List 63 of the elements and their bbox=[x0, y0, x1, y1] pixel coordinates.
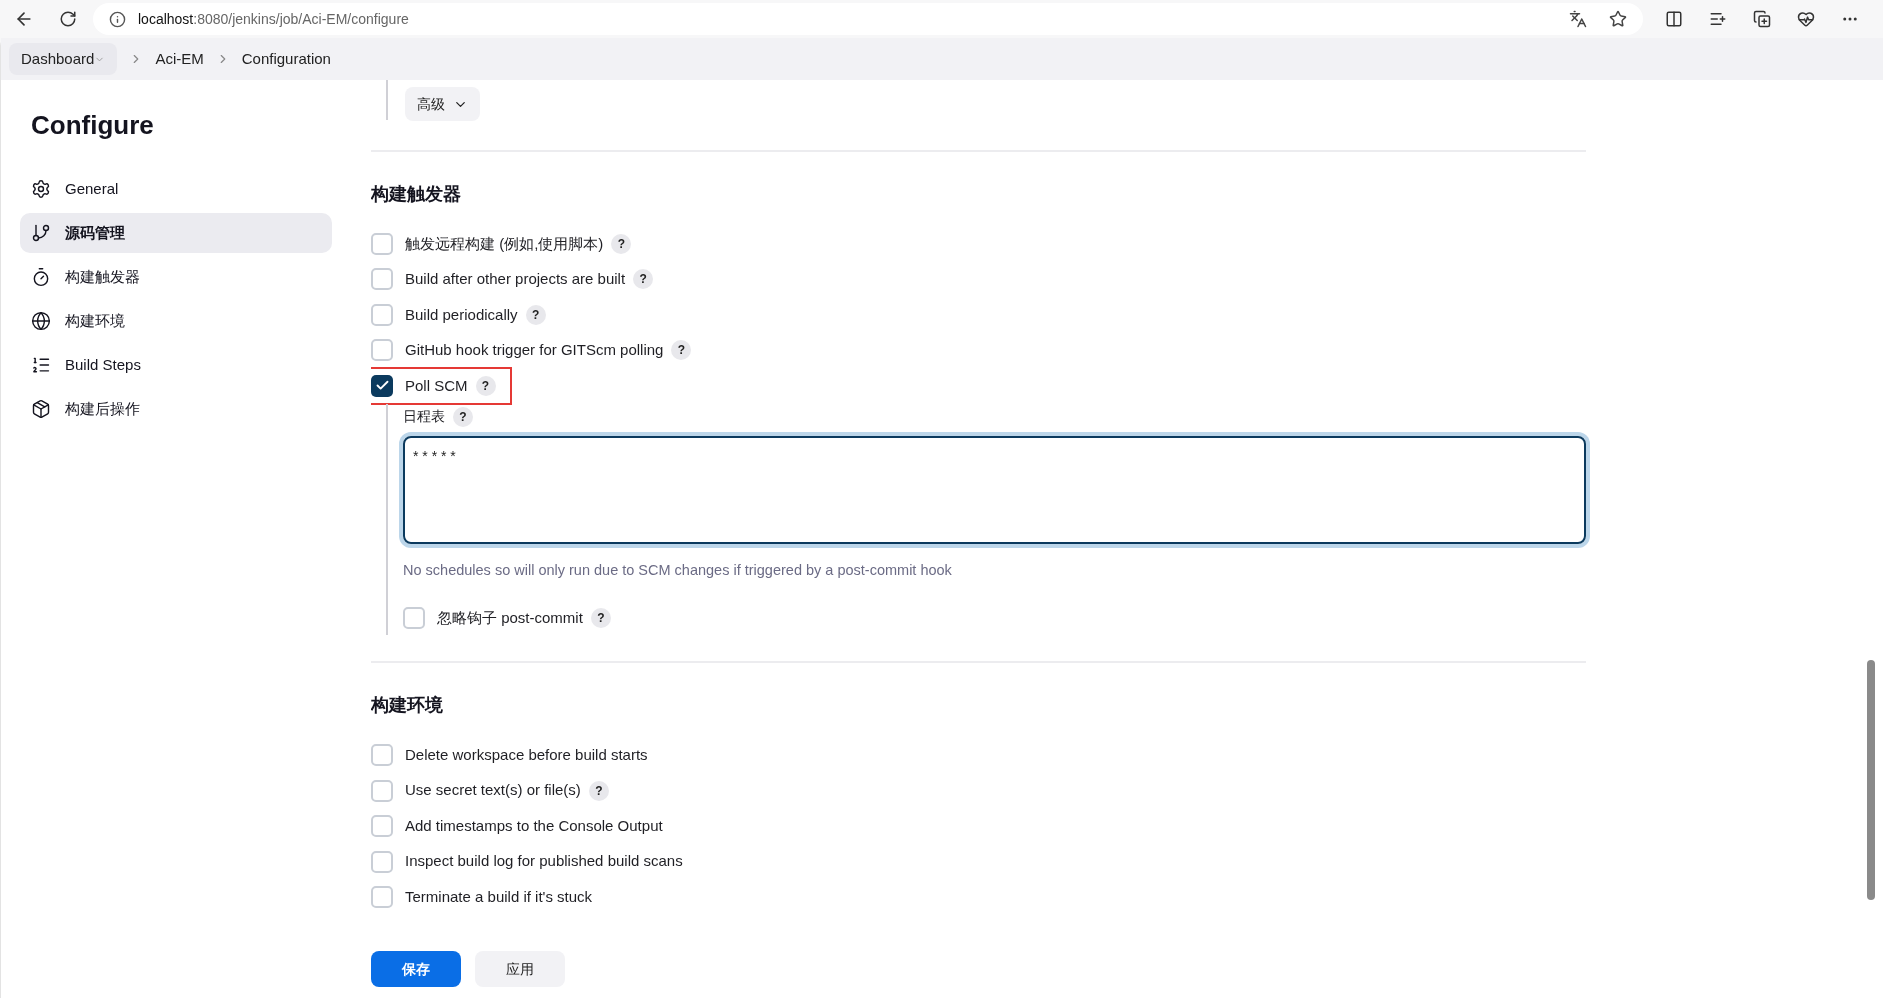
favorites-icon[interactable] bbox=[1709, 10, 1727, 28]
checkbox-label: Build periodically bbox=[405, 304, 518, 325]
checkbox[interactable] bbox=[371, 268, 393, 291]
split-screen-icon[interactable] bbox=[1665, 10, 1683, 28]
checkbox[interactable] bbox=[371, 339, 393, 362]
section-heading: 构建环境 bbox=[371, 694, 444, 718]
checkbox[interactable] bbox=[371, 886, 393, 908]
sidebar-item-icon bbox=[31, 267, 51, 287]
help-badge[interactable]: ? bbox=[633, 269, 654, 290]
checkbox-label: Terminate a build if it's stuck bbox=[405, 886, 593, 907]
sidebar-item[interactable]: 构建触发器 bbox=[20, 257, 332, 297]
help-badge[interactable]: ? bbox=[525, 304, 546, 325]
checkbox[interactable] bbox=[371, 779, 393, 802]
breadcrumb-link[interactable]: Dashboard bbox=[9, 43, 118, 75]
checkbox-label: Add timestamps to the Console Output bbox=[405, 815, 663, 836]
sidebar-item[interactable]: 源码管理 bbox=[20, 213, 332, 253]
checkbox-label: GitHub hook trigger for GITScm polling bbox=[405, 340, 664, 360]
checkbox-label: Use secret text(s) or file(s) bbox=[405, 780, 581, 801]
apply-button[interactable]: 应用 bbox=[475, 951, 565, 987]
checkbox[interactable] bbox=[371, 815, 393, 837]
sidebar-item-icon bbox=[31, 311, 51, 331]
info-icon bbox=[109, 10, 126, 28]
checkbox-label: Build after other projects are built bbox=[405, 269, 626, 289]
breadcrumb-link[interactable]: Aci-EM bbox=[155, 47, 204, 71]
checkbox-label: 忽略钩子 post-commit bbox=[437, 608, 583, 628]
hint-text: No schedules so will only run due to SCM changes if triggered by a post-commit hook bbox=[403, 560, 953, 580]
sidebar-item-icon bbox=[31, 223, 51, 243]
checkbox[interactable] bbox=[403, 607, 425, 630]
reload-icon[interactable] bbox=[59, 10, 77, 28]
help-badge[interactable]: ? bbox=[611, 233, 632, 254]
checkbox-label: Poll SCM bbox=[405, 375, 468, 396]
page-title: Configure bbox=[31, 109, 155, 142]
sidebar-item[interactable]: 构建后操作 bbox=[20, 389, 332, 429]
translate-icon[interactable] bbox=[1569, 10, 1587, 28]
sidebar-item[interactable]: 构建环境 bbox=[20, 301, 332, 341]
sidebar-item-icon bbox=[31, 179, 51, 199]
checkbox[interactable] bbox=[371, 374, 393, 397]
save-button[interactable]: 保存 bbox=[371, 951, 461, 987]
section-heading: 构建触发器 bbox=[371, 183, 462, 206]
help-badge[interactable]: ? bbox=[590, 608, 611, 629]
help-badge[interactable]: ? bbox=[588, 780, 609, 801]
sidebar-item[interactable]: General bbox=[20, 169, 332, 209]
help-badge[interactable]: ? bbox=[453, 406, 473, 427]
advanced-button[interactable]: 高级 bbox=[405, 87, 480, 121]
help-badge[interactable]: ? bbox=[671, 340, 692, 361]
sidebar-item-icon bbox=[31, 399, 51, 419]
checkbox[interactable] bbox=[371, 232, 393, 255]
collections-icon[interactable] bbox=[1753, 10, 1771, 28]
breadcrumb-link[interactable]: Configuration bbox=[241, 47, 331, 71]
help-badge[interactable]: ? bbox=[475, 375, 496, 396]
sidebar-item-icon bbox=[31, 355, 51, 375]
address-bar[interactable]: localhost:8080/jenkins/job/Aci-EM/configure bbox=[93, 3, 1643, 35]
checkbox[interactable] bbox=[371, 850, 393, 873]
star-icon[interactable] bbox=[1609, 10, 1627, 28]
heart-pulse-icon[interactable] bbox=[1797, 10, 1815, 28]
url-text: localhost:8080/jenkins/job/Aci-EM/configure bbox=[138, 9, 409, 29]
checkbox[interactable] bbox=[371, 303, 393, 326]
checkbox-label: Inspect build log for published build scans bbox=[405, 851, 683, 872]
checkbox-label: Delete workspace before build starts bbox=[405, 744, 648, 765]
checkbox-label: 触发远程构建 (例如,使用脚本) bbox=[405, 233, 604, 254]
checkbox[interactable] bbox=[371, 744, 393, 766]
sidebar-item[interactable]: Build Steps bbox=[20, 345, 332, 385]
field-label: 日程表 bbox=[403, 407, 445, 426]
